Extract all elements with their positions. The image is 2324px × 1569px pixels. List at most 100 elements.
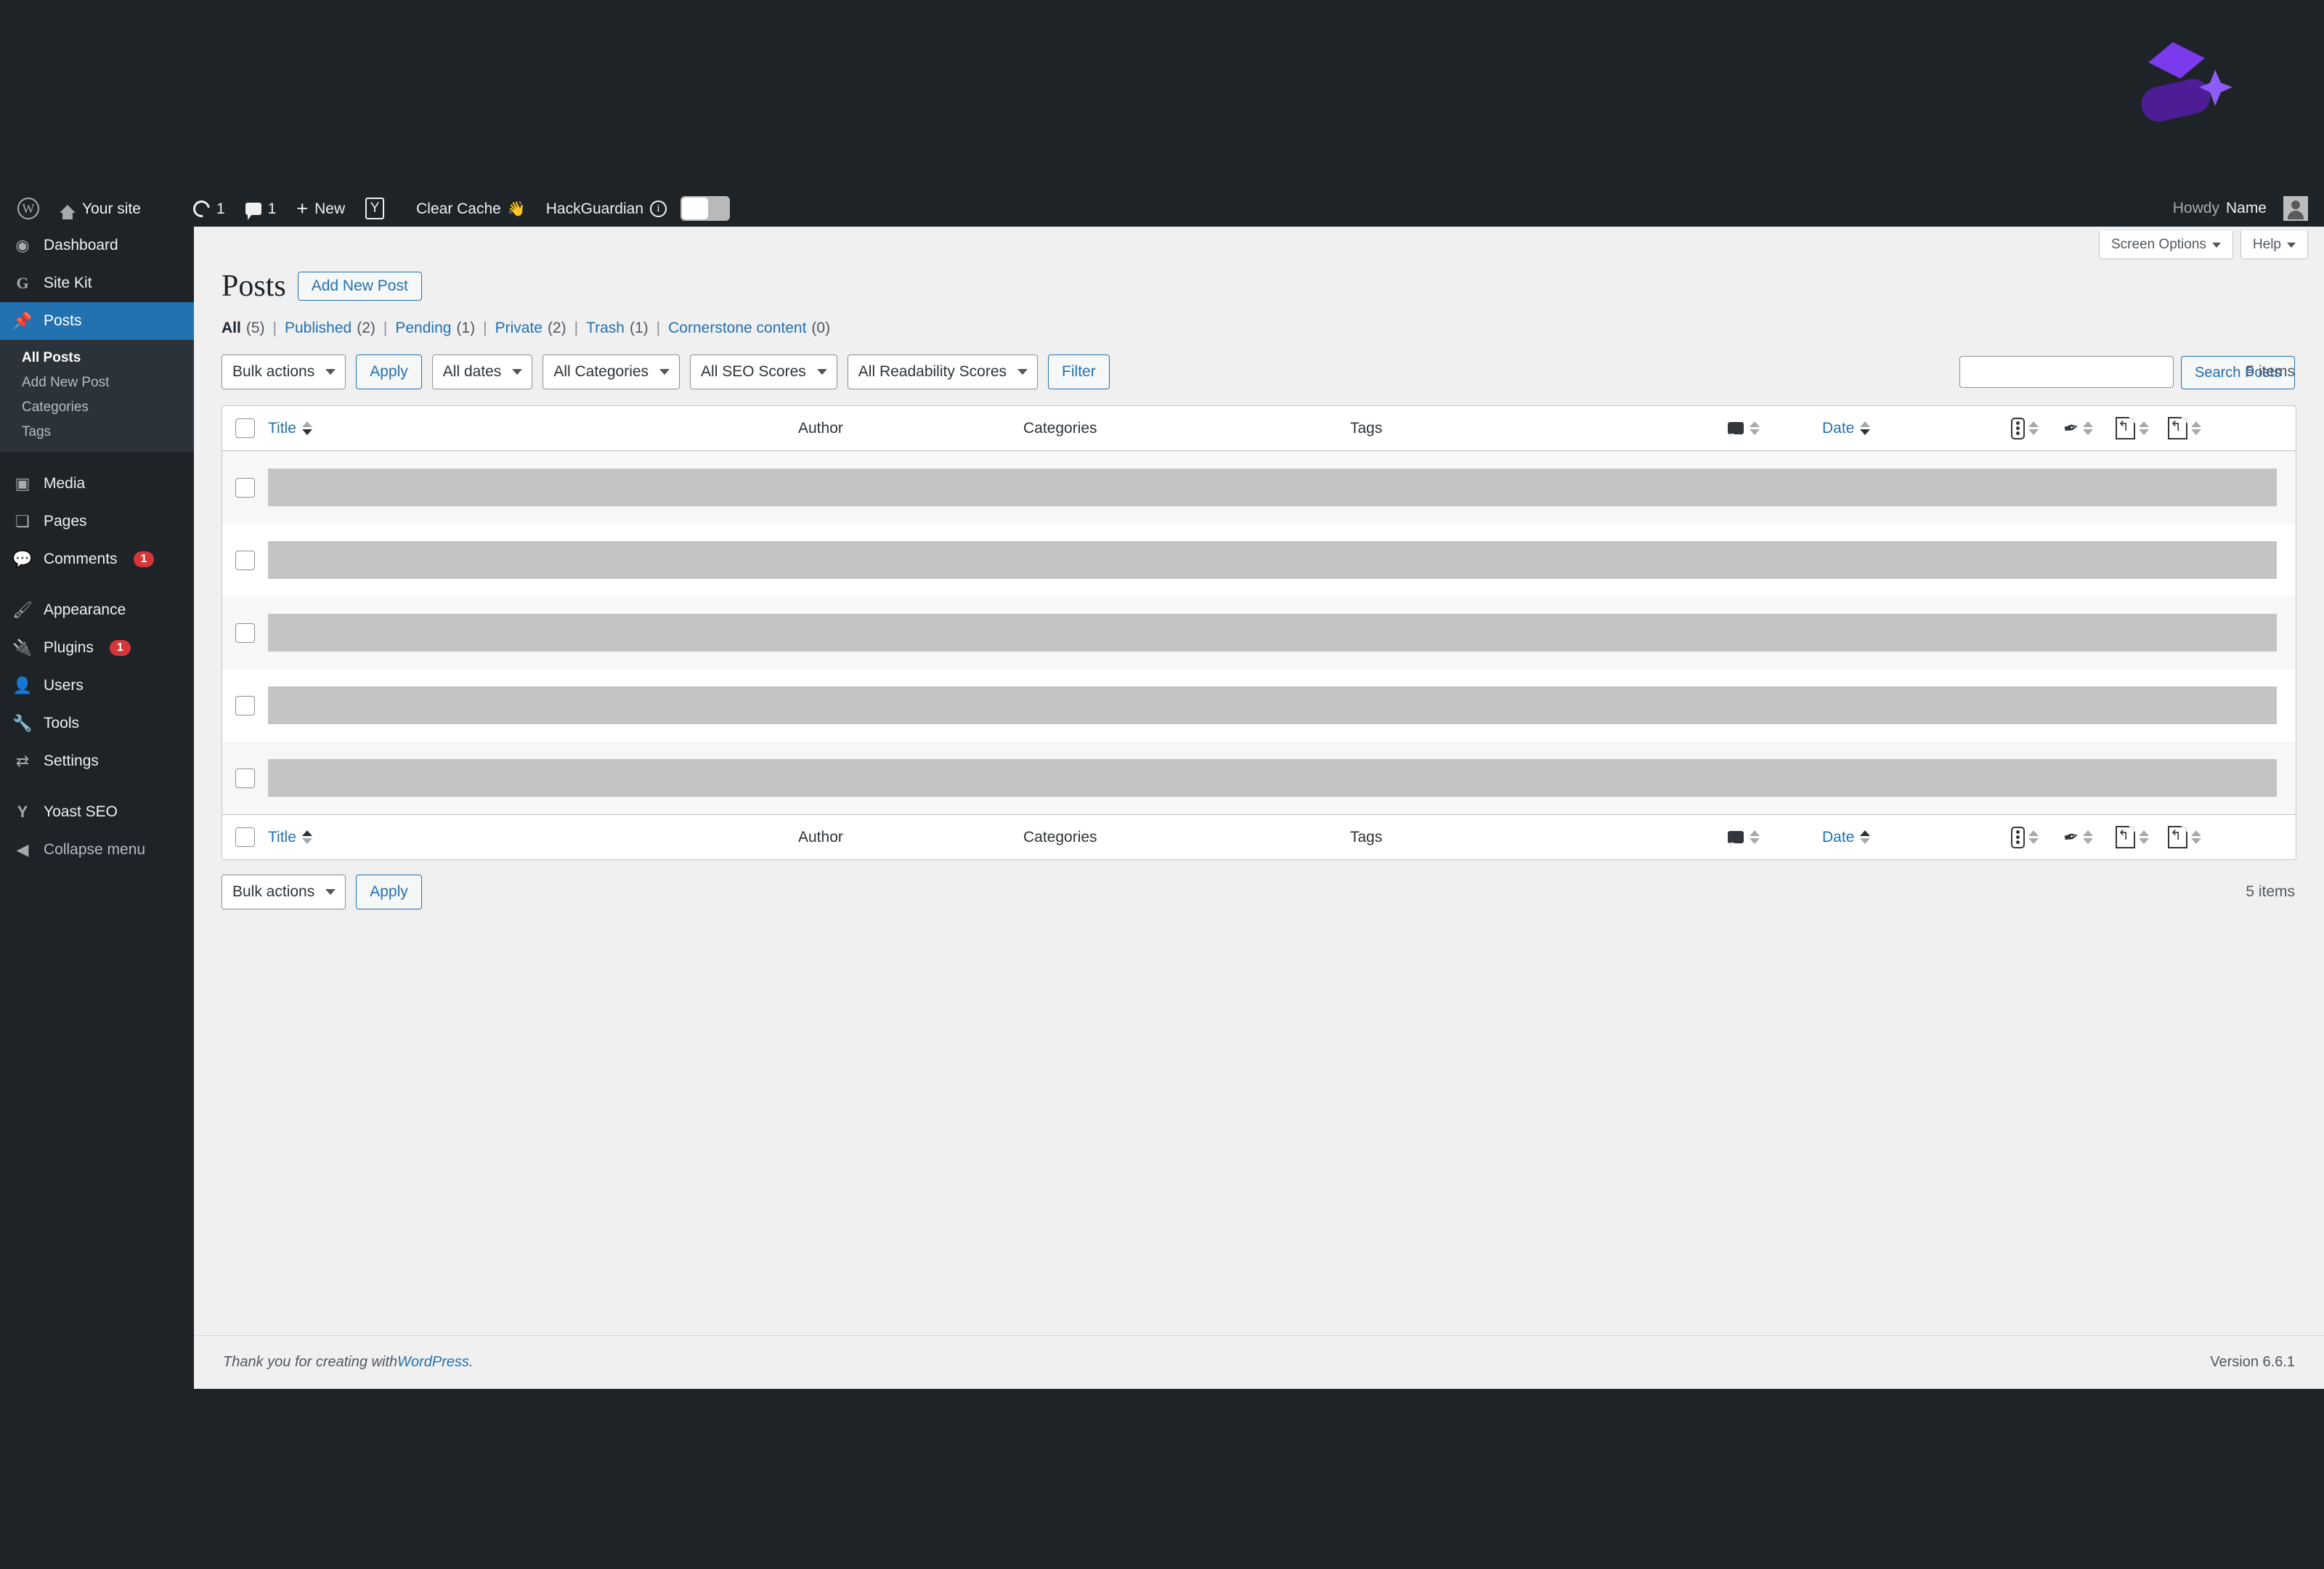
updates-menu[interactable]: 1 [183,190,235,227]
status-filter-pending[interactable]: Pending [395,320,451,337]
screen-options-button[interactable]: Screen Options [2098,231,2233,259]
wordpress-link[interactable]: WordPress [397,1354,469,1371]
row-select-cell[interactable] [222,550,268,570]
sidebar-item-users[interactable]: 👤 Users [0,667,194,705]
sort-indicator[interactable] [2082,421,2093,435]
help-button[interactable]: Help [2240,231,2308,259]
sidebar-item-add-new-post[interactable]: Add New Post [0,370,194,395]
column-header-title-bottom[interactable]: Title [268,829,798,846]
sidebar-item-site-kit[interactable]: G Site Kit [0,264,194,302]
sort-indicator[interactable] [2028,421,2039,435]
sidebar-item-tools[interactable]: 🔧 Tools [0,705,194,742]
bulk-actions-select-top[interactable]: Bulk actions [222,354,346,389]
collapse-menu-button[interactable]: ◀ Collapse menu [0,831,194,869]
date-filter-select[interactable]: All dates [431,354,533,389]
sidebar-item-media[interactable]: ▣ Media [0,465,194,503]
column-header-seo-score-top[interactable] [2011,417,2063,439]
sidebar-item-dashboard[interactable]: ◉ Dashboard [0,227,194,264]
column-header-outgoing-links-bottom[interactable] [2168,826,2220,848]
sidebar-item-tags[interactable]: Tags [0,420,194,445]
column-header-title-top[interactable]: Title [268,420,798,437]
row-checkbox[interactable] [235,477,255,498]
clear-cache-button[interactable]: Clear Cache 👋 [406,190,536,227]
sort-indicator[interactable] [2028,830,2039,844]
sidebar-item-comments[interactable]: 💬 Comments 1 [0,540,194,578]
row-checkbox[interactable] [235,695,255,715]
select-all-checkbox-bottom[interactable] [235,827,255,847]
seo-score-filter-select[interactable]: All SEO Scores [690,354,837,389]
sort-indicator[interactable] [2139,421,2149,435]
sidebar-item-appearance[interactable]: 🖌 Appearance [0,591,194,629]
sidebar-item-settings[interactable]: ⇄ Settings [0,742,194,780]
sidebar-item-plugins[interactable]: 🔌 Plugins 1 [0,629,194,667]
column-header-incoming-links-bottom[interactable] [2116,826,2168,848]
column-header-comments-bottom[interactable] [1728,830,1822,848]
readability-filter-select[interactable]: All Readability Scores [847,354,1039,389]
table-row[interactable] [222,742,2296,814]
row-select-cell[interactable] [222,623,268,643]
status-filter-private[interactable]: Private [495,320,543,337]
column-header-incoming-links-top[interactable] [2116,417,2168,439]
column-header-readability-top[interactable]: ✒ [2061,415,2116,440]
apply-button-top[interactable]: Apply [356,354,422,389]
status-filter-trash[interactable]: Trash [586,320,625,337]
status-filter-published[interactable]: Published [285,320,352,337]
column-header-readability-bottom[interactable]: ✒ [2061,824,2116,849]
sidebar-item-all-posts[interactable]: All Posts [0,346,194,370]
sidebar-item-pages[interactable]: ❏ Pages [0,503,194,540]
bulk-actions-select-bottom[interactable]: Bulk actions [222,875,346,909]
column-header-date-top[interactable]: Date [1822,420,2011,437]
status-filter-cornerstone[interactable]: Cornerstone content [668,320,806,337]
sort-indicator[interactable] [301,830,312,844]
column-header-date-bottom[interactable]: Date [1822,829,2011,846]
row-select-cell[interactable] [222,477,268,498]
seo-score-filter-value: All SEO Scores [701,363,806,380]
yoast-menu[interactable] [355,190,394,227]
wp-logo-menu[interactable] [7,190,49,227]
column-header-seo-score-bottom[interactable] [2011,826,2063,848]
add-new-post-button[interactable]: Add New Post [297,272,422,301]
category-filter-select[interactable]: All Categories [543,354,680,389]
filter-button[interactable]: Filter [1048,354,1110,389]
column-title-link-top[interactable]: Title [268,420,296,437]
table-row[interactable] [222,451,2296,524]
site-name-menu[interactable]: Your site [49,190,151,227]
column-date-link-top[interactable]: Date [1822,420,1854,437]
status-filter-all[interactable]: All [222,320,241,337]
sort-indicator[interactable] [2139,830,2149,844]
row-checkbox[interactable] [235,550,255,570]
sort-indicator[interactable] [1750,830,1760,844]
sidebar-item-posts[interactable]: 📌 Posts [0,302,194,340]
sort-indicator[interactable] [2191,421,2201,435]
select-all-cell-top[interactable] [222,418,268,438]
column-date-link-bottom[interactable]: Date [1822,829,1854,846]
row-checkbox[interactable] [235,623,255,643]
sort-indicator[interactable] [2082,830,2093,844]
hackguardian-toggle[interactable] [680,196,730,221]
column-title-link-bottom[interactable]: Title [268,829,296,846]
table-row[interactable] [222,524,2296,596]
table-row[interactable] [222,596,2296,669]
row-select-cell[interactable] [222,695,268,715]
sort-indicator[interactable] [1860,830,1871,844]
comments-menu[interactable]: 1 [235,190,287,227]
my-account-menu[interactable]: Howdy Name [2163,190,2318,227]
redacted-row-content [268,614,2277,652]
sort-indicator[interactable] [2191,830,2201,844]
select-all-checkbox-top[interactable] [235,418,255,438]
new-content-menu[interactable]: + New [286,190,355,227]
select-all-cell-bottom[interactable] [222,827,268,847]
sort-indicator[interactable] [1750,421,1760,435]
sort-indicator[interactable] [301,421,312,435]
sidebar-item-yoast-seo[interactable]: Y Yoast SEO [0,793,194,831]
hackguardian-menu[interactable]: HackGuardian [536,190,740,227]
wave-hand-icon: 👋 [507,200,526,217]
column-header-comments-top[interactable] [1728,421,1822,439]
sort-indicator[interactable] [1860,421,1871,435]
row-select-cell[interactable] [222,768,268,788]
row-checkbox[interactable] [235,768,255,788]
sidebar-item-categories[interactable]: Categories [0,395,194,420]
table-row[interactable] [222,669,2296,742]
column-header-outgoing-links-top[interactable] [2168,417,2220,439]
apply-button-bottom[interactable]: Apply [356,875,422,909]
